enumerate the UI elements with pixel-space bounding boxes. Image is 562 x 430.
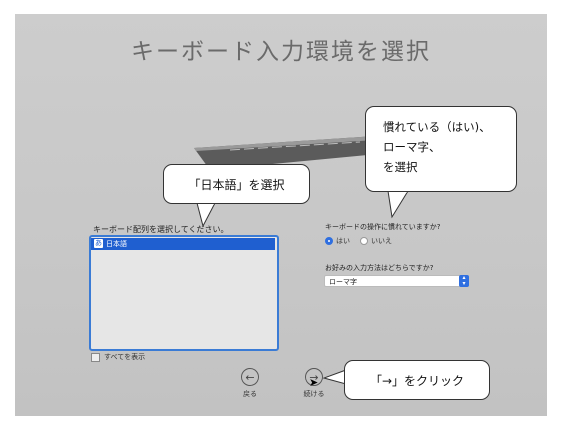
radio-no-label: いいえ [371, 237, 392, 245]
arrow-left-icon[interactable]: ← [241, 368, 259, 386]
setup-screen: キーボード入力環境を選択 キーボード配列を選択してください。 あ日本語 すべてを… [15, 14, 547, 416]
radio-selected-icon[interactable] [325, 237, 333, 245]
radio-yes[interactable]: はい [325, 236, 350, 246]
show-all-label: すべてを表示 [104, 353, 146, 361]
back-label: 戻る [243, 390, 257, 398]
updown-chevron-icon[interactable]: ▴ ▾ [459, 275, 469, 287]
page-title: キーボード入力環境を選択 [131, 39, 431, 65]
continue-label: 続ける [303, 390, 325, 398]
mouse-cursor-icon: ➤ [309, 376, 319, 389]
list-item-japanese[interactable]: あ日本語 [91, 238, 275, 250]
callout-ime-settings: 慣れている（はい)、 ローマ字、 を選択 [365, 106, 517, 192]
checkbox-box[interactable] [91, 352, 100, 362]
radio-yes-label: はい [336, 237, 350, 245]
familiarity-radio-group: はい いいえ [325, 236, 392, 246]
callout-tail-ime [387, 190, 409, 219]
input-method-select[interactable]: ローマ字 ▴ ▾ [324, 275, 469, 287]
keyboard-layout-list[interactable]: あ日本語 [89, 235, 279, 351]
callout-ime-line3: を選択 [383, 160, 418, 174]
hiragana-icon: あ [94, 239, 103, 248]
callout-click-continue: 「→」をクリック [344, 360, 490, 400]
radio-unselected-icon[interactable] [360, 237, 368, 245]
callout-ime-line2: ローマ字、 [383, 140, 441, 154]
input-method-value: ローマ字 [329, 278, 357, 286]
list-item-label: 日本語 [106, 240, 127, 248]
show-all-checkbox[interactable]: すべてを表示 [91, 352, 145, 362]
familiarity-question: キーボードの操作に慣れていますか? [325, 223, 441, 231]
radio-no[interactable]: いいえ [360, 236, 392, 246]
callout-ime-line1: 慣れている（はい)、 [383, 120, 491, 134]
input-method-question: お好みの入力方法はどちらですか? [325, 264, 434, 272]
callout-select-japanese: 「日本語」を選択 [163, 164, 310, 204]
back-button[interactable]: ← 戻る [239, 368, 261, 399]
